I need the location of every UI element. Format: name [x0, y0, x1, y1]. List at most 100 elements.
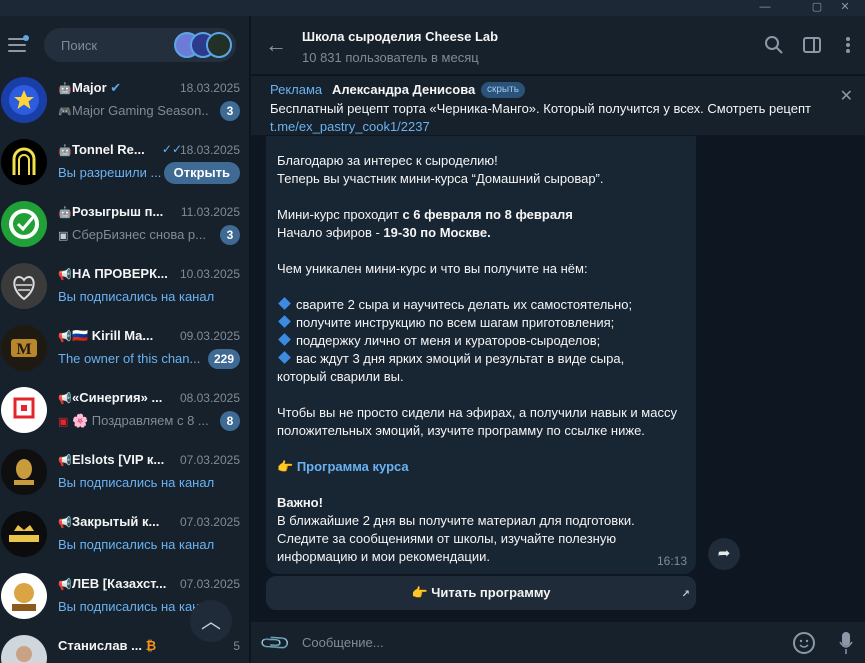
- chat-list-item[interactable]: 🤖Tonnel Re... ✓✓ 18.03.2025 Вы разрешили…: [0, 133, 249, 195]
- minimize-icon[interactable]: —: [745, 0, 785, 16]
- chat-preview: Вы подписались на канал: [58, 537, 215, 552]
- chat-list-item[interactable]: 🤖Розыгрыш п... 11.03.2025 ▣ СберБизнес сн…: [0, 195, 249, 257]
- chat-preview: Вы подписались на канал: [58, 475, 215, 490]
- search-placeholder: Поиск: [61, 38, 98, 53]
- message-bullet: получите инструкцию по всем шагам пригот…: [277, 314, 614, 332]
- avatar: [1, 139, 47, 185]
- chat-list-item[interactable]: M 📢🇷🇺 Kirill Ma... 09.03.2025 The owner …: [0, 319, 249, 381]
- bot-icon: 🤖: [58, 83, 72, 95]
- close-window-icon[interactable]: ✕: [825, 0, 865, 16]
- chat-name: 🤖Tonnel Re...: [58, 142, 145, 157]
- share-arrow-icon: ➦: [717, 545, 731, 562]
- message-line: положительных эмоций, изучите программу …: [277, 423, 645, 438]
- pointing-hand-icon: 👉: [277, 459, 294, 474]
- unread-badge: 8: [220, 411, 240, 431]
- course-program-link[interactable]: 👉 Программа курса: [277, 458, 409, 476]
- avatar: [1, 77, 47, 123]
- message-line: Начало эфиров - 19-30 по Москве.: [277, 225, 491, 240]
- bot-icon: 🤖: [58, 207, 72, 219]
- chat-list-item[interactable]: 📢Elslots [VIP к... 07.03.2025 Вы подписа…: [0, 443, 249, 505]
- chat-name: Станислав ... ₿: [58, 638, 157, 653]
- chat-name: 📢🇷🇺 Kirill Ma...: [58, 328, 154, 343]
- chat-preview: ▣ 🌸 Поздравляем с 8 ...: [58, 413, 208, 428]
- channel-icon: 📢: [58, 269, 72, 281]
- ad-link[interactable]: t.me/ex_pastry_cook1/2237: [270, 119, 430, 134]
- svg-text:M: M: [16, 341, 31, 358]
- chat-list-item[interactable]: 🤖Major ✔ 18.03.2025 🎮Major Gaming Season…: [0, 71, 249, 133]
- sidebar-header: Поиск: [0, 16, 249, 74]
- chat-view: ← Школа сыроделия Cheese Lab 10 831 поль…: [251, 16, 865, 663]
- window-titlebar: — ▢ ✕: [0, 0, 865, 16]
- chat-preview: Вы разрешили ...: [58, 165, 162, 180]
- message-bubble: Благодарю за интерес к сыроделию! Теперь…: [266, 136, 696, 574]
- search-icon[interactable]: [763, 34, 785, 56]
- chat-name: 🤖Major ✔: [58, 80, 122, 95]
- emoji-icon[interactable]: [793, 632, 815, 654]
- channel-icon: 📢: [58, 517, 72, 529]
- channel-icon: 📢: [58, 579, 72, 591]
- chat-list-item[interactable]: 📢Закрытый к... 07.03.2025 Вы подписались…: [0, 505, 249, 567]
- external-link-icon: ↗: [681, 589, 690, 600]
- unread-badge: 229: [207, 349, 240, 369]
- avatar: [1, 573, 47, 619]
- chat-date: 07.03.2025: [179, 453, 240, 467]
- avatar: [1, 387, 47, 433]
- channel-title[interactable]: Школа сыроделия Cheese Lab: [302, 29, 498, 44]
- chat-name: 📢Elslots [VIP к...: [58, 452, 165, 467]
- message-line: В ближайшие 2 дня вы получите материал д…: [277, 513, 635, 528]
- ad-label: Реклама: [270, 82, 323, 97]
- channel-icon: 📢: [58, 455, 72, 467]
- story-avatar[interactable]: [206, 32, 232, 58]
- forward-button[interactable]: ➦: [708, 538, 740, 570]
- message-line: информацию и мои рекомендации.: [277, 549, 491, 564]
- gamepad-icon: 🎮: [58, 106, 72, 118]
- avatar: [1, 511, 47, 557]
- unread-badge: 3: [220, 225, 240, 245]
- stories-avatars[interactable]: [174, 32, 232, 58]
- read-program-button[interactable]: 👉 Читать программу ↗: [266, 576, 696, 610]
- close-icon[interactable]: ✕: [840, 86, 853, 106]
- message-time: 16:13: [656, 554, 687, 568]
- avatar: [1, 263, 47, 309]
- diamond-icon: [278, 297, 291, 310]
- message-line: который сварили вы.: [277, 369, 404, 384]
- diamond-icon: [278, 351, 291, 364]
- avatar: [1, 449, 47, 495]
- chat-list-item[interactable]: 📢НА ПРОВЕРК... 10.03.2025 Вы подписались…: [0, 257, 249, 319]
- chat-date: 10.03.2025: [179, 267, 240, 281]
- chat-date: 18.03.2025: [179, 143, 240, 157]
- bot-icon: 🤖: [58, 145, 72, 157]
- chevron-up-icon: ︿: [201, 611, 221, 633]
- channel-subtitle: 10 831 пользователь в месяц: [302, 50, 479, 65]
- channel-icon: 📢: [58, 393, 72, 405]
- hide-ad-button[interactable]: скрыть: [481, 82, 525, 98]
- open-app-button[interactable]: Открыть: [163, 162, 240, 184]
- image-icon: ▣: [58, 230, 69, 242]
- bitcoin-icon: ₿: [145, 638, 157, 653]
- ad-text: Бесплатный рецепт торта «Черника-Манго».…: [270, 101, 811, 134]
- verified-icon: ✔: [110, 80, 122, 95]
- chat-date: 07.03.2025: [179, 515, 240, 529]
- ad-author[interactable]: Александра Денисова: [332, 82, 475, 97]
- chat-name: 🤖Розыгрыш п...: [58, 204, 164, 219]
- message-bullet: сварите 2 сыра и научитесь делать их сам…: [277, 296, 632, 314]
- more-vertical-icon[interactable]: [837, 34, 859, 56]
- chat-name: 📢«Синергия» ...: [58, 390, 163, 405]
- back-arrow-icon[interactable]: ←: [265, 32, 287, 58]
- message-line: Важно!: [277, 495, 323, 510]
- message-input[interactable]: Сообщение...: [302, 635, 384, 650]
- chat-name: 📢НА ПРОВЕРК...: [58, 266, 168, 281]
- image-icon: ▣: [58, 416, 69, 428]
- avatar: [1, 201, 47, 247]
- chat-name: 📢Закрытый к...: [58, 514, 160, 529]
- scroll-to-top-button[interactable]: ︿: [190, 600, 232, 642]
- microphone-icon[interactable]: [839, 630, 853, 656]
- sidebar-toggle-icon[interactable]: [801, 34, 823, 56]
- paperclip-icon[interactable]: 📎: [258, 626, 293, 661]
- search-input[interactable]: Поиск: [44, 28, 236, 62]
- sponsored-message-bar[interactable]: Реклама Александра Денисова скрыть Беспл…: [251, 75, 865, 135]
- message-bullet: вас ждут 3 дня ярких эмоций и результат …: [277, 350, 624, 368]
- diamond-icon: [278, 333, 291, 346]
- message-line: Теперь вы участник мини-курса “Домашний …: [277, 171, 604, 186]
- chat-list-item[interactable]: 📢«Синергия» ... 08.03.2025 ▣ 🌸 Поздравляе…: [0, 381, 249, 443]
